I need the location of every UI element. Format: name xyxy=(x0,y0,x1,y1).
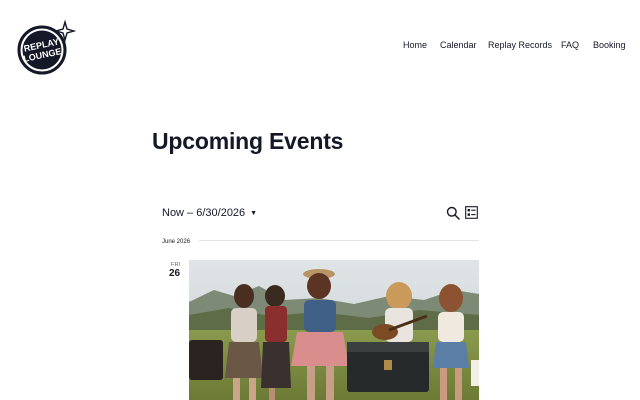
list-view-icon[interactable] xyxy=(465,206,478,219)
event-featured-image[interactable] xyxy=(189,260,479,400)
nav-item-booking[interactable]: Booking xyxy=(593,40,626,50)
nav-item-home[interactable]: Home xyxy=(403,40,427,50)
nav-item-replay-records[interactable]: Replay Records xyxy=(488,40,552,50)
replay-lounge-logo[interactable]: REPLAY LOUNGE xyxy=(16,18,76,76)
month-divider xyxy=(199,240,479,241)
nav-item-calendar[interactable]: Calendar xyxy=(440,40,477,50)
date-range-label: Now – 6/30/2026 xyxy=(162,207,246,219)
page-title: Upcoming Events xyxy=(152,128,344,154)
search-icon[interactable] xyxy=(446,206,460,220)
date-range-picker[interactable]: Now – 6/30/2026 ▼ xyxy=(162,207,257,219)
nav-item-faq[interactable]: FAQ xyxy=(561,40,579,50)
month-separator-label: June 2026 xyxy=(162,239,191,245)
event-day-number: 26 xyxy=(169,268,181,279)
chevron-down-icon: ▼ xyxy=(250,209,258,217)
